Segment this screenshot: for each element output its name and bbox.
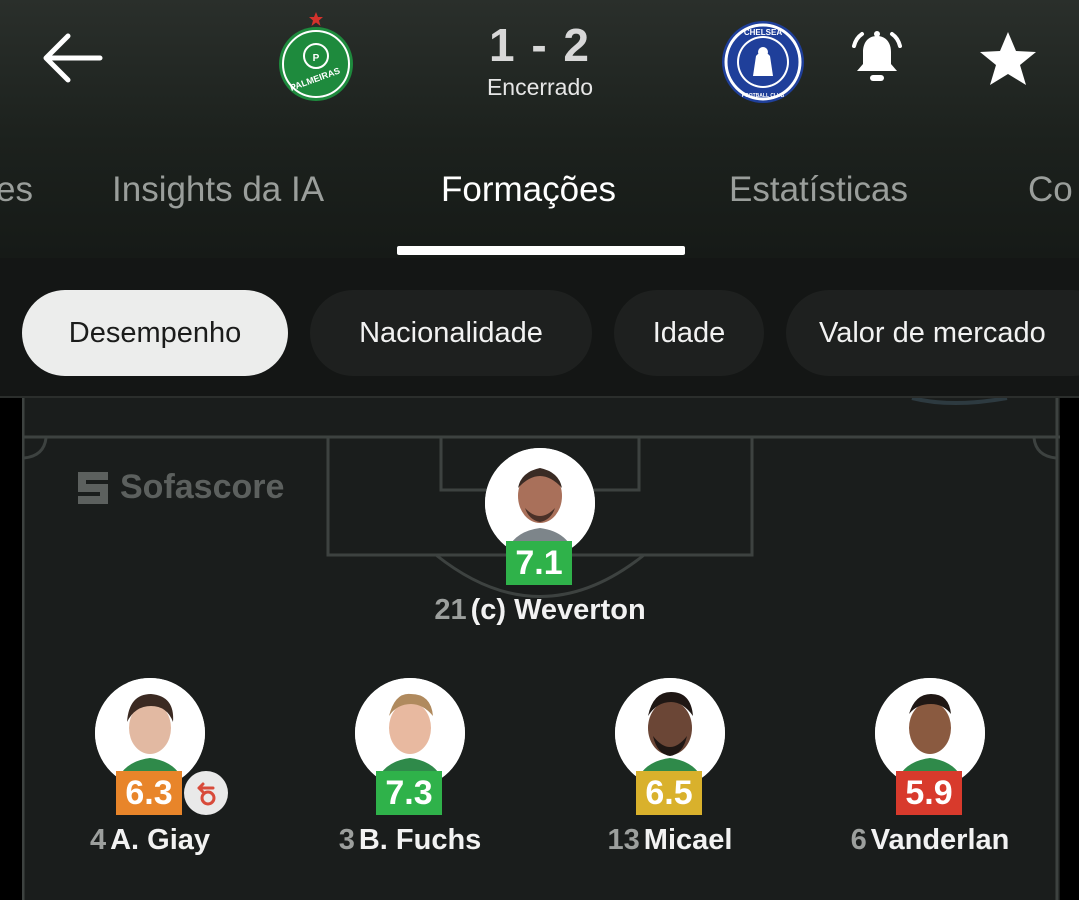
player-number: 21 — [434, 594, 467, 626]
match-status: Encerrado — [486, 74, 594, 100]
bell-ringing-icon — [852, 31, 902, 81]
player-card-micael[interactable]: 6.5 13 Micael — [540, 678, 800, 868]
tab-partial-right[interactable]: Co — [1028, 170, 1073, 210]
player-card-fuchs[interactable]: 7.3 3 B. Fuchs — [280, 678, 540, 868]
player-rating-badge: 7.3 — [376, 771, 442, 815]
svg-text:CHELSEA: CHELSEA — [744, 28, 782, 37]
away-team-crest[interactable]: CHELSEA FOOTBALL CLUB — [720, 20, 806, 104]
tab-estatisticas[interactable]: Estatísticas — [729, 170, 908, 210]
active-tab-indicator — [397, 246, 685, 255]
player-name: A. Giay — [110, 824, 211, 856]
match-score: 1 - 2 — [488, 19, 592, 71]
svg-text:P: P — [313, 53, 320, 64]
chelsea-crest-icon: CHELSEA FOOTBALL CLUB — [722, 21, 804, 103]
lineup-pitch-area: Sofascore 7.1 21 (c) Weverton 6.3 4 A. G… — [0, 398, 1079, 900]
watermark-text: Sofascore — [120, 468, 285, 506]
player-number: 13 — [607, 824, 640, 856]
tab-partial-left[interactable]: es — [0, 170, 33, 210]
player-name-label: 21 (c) Weverton — [410, 594, 670, 627]
player-name: B. Fuchs — [358, 824, 482, 856]
filter-chip-bar: Desempenho Nacionalidade Idade Valor de … — [0, 258, 1079, 398]
red-star-icon — [309, 12, 323, 26]
chip-desempenho[interactable]: Desempenho — [22, 290, 288, 376]
home-team-crest[interactable]: P PALMEIRAS — [278, 12, 354, 102]
player-rating-badge: 5.9 — [896, 771, 962, 815]
player-name-label: 4 A. Giay — [20, 824, 280, 857]
notifications-button[interactable] — [848, 28, 906, 88]
back-button[interactable] — [38, 28, 104, 88]
arrow-left-icon — [43, 33, 103, 83]
sofascore-logo-icon — [78, 471, 108, 504]
tab-insights-ia[interactable]: Insights da IA — [112, 170, 324, 210]
substitution-badge — [184, 771, 228, 815]
player-name: (c) Weverton — [470, 594, 646, 626]
player-name-label: 13 Micael — [540, 824, 800, 857]
player-name: Micael — [643, 824, 733, 856]
favorite-button[interactable] — [978, 30, 1038, 88]
player-name-label: 6 Vanderlan — [800, 824, 1060, 857]
player-rating-badge: 7.1 — [506, 541, 572, 585]
sofascore-watermark: Sofascore — [76, 468, 284, 507]
player-card-giay[interactable]: 6.3 4 A. Giay — [20, 678, 280, 868]
player-number: 6 — [850, 824, 867, 856]
player-rating-badge: 6.3 — [116, 771, 182, 815]
player-number: 3 — [338, 824, 355, 856]
player-rating-badge: 6.5 — [636, 771, 702, 815]
palmeiras-crest-icon: P PALMEIRAS — [279, 27, 353, 101]
svg-text:FOOTBALL CLUB: FOOTBALL CLUB — [742, 93, 785, 99]
chip-valor-de-mercado[interactable]: Valor de mercado — [786, 290, 1079, 376]
player-card-vanderlan[interactable]: 5.9 6 Vanderlan — [800, 678, 1060, 868]
player-number: 4 — [89, 824, 107, 856]
pitch: Sofascore 7.1 21 (c) Weverton 6.3 4 A. G… — [22, 398, 1060, 900]
player-card-weverton[interactable]: 7.1 21 (c) Weverton — [410, 448, 670, 638]
player-name: Vanderlan — [870, 824, 1010, 856]
star-icon — [980, 32, 1036, 85]
chip-nacionalidade[interactable]: Nacionalidade — [310, 290, 592, 376]
tab-formacoes[interactable]: Formações — [441, 170, 616, 210]
substitution-out-icon — [197, 782, 216, 806]
chip-idade[interactable]: Idade — [614, 290, 764, 376]
match-header: P PALMEIRAS 1 - 2 Encerrado CHELSEA FOOT… — [0, 0, 1079, 258]
player-name-label: 3 B. Fuchs — [280, 824, 540, 857]
